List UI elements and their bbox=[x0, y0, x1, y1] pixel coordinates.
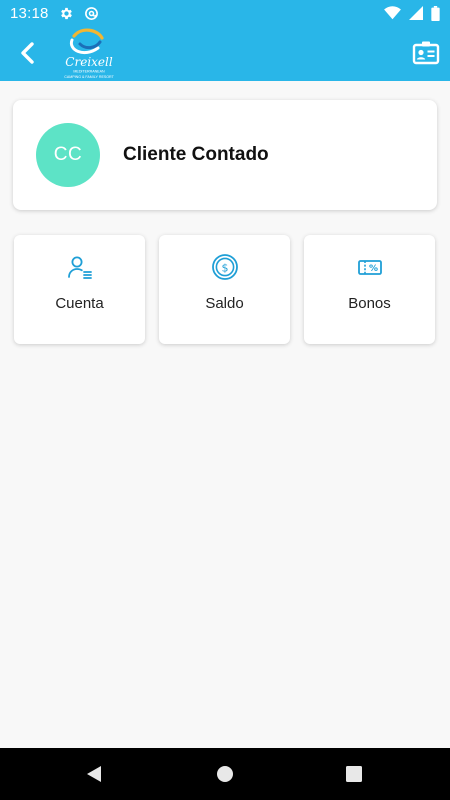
system-nav-bar bbox=[0, 748, 450, 800]
app-bar: Creixell MEDITERRANEAN CAMPING & FAMILY … bbox=[0, 26, 450, 81]
chevron-left-icon bbox=[21, 42, 34, 64]
tile-label-cuenta: Cuenta bbox=[55, 295, 104, 312]
nav-home-icon[interactable] bbox=[216, 765, 234, 783]
svg-text:CAMPING & FAMILY RESORT: CAMPING & FAMILY RESORT bbox=[64, 75, 114, 79]
status-time: 13:18 bbox=[10, 4, 49, 22]
gear-icon bbox=[60, 7, 72, 19]
status-bar-left: 13:18 bbox=[10, 5, 99, 22]
tile-label-bonos: Bonos bbox=[348, 295, 391, 312]
nav-recents-icon[interactable] bbox=[346, 766, 362, 782]
battery-icon bbox=[431, 5, 440, 21]
back-button[interactable] bbox=[14, 40, 40, 66]
svg-text:$: $ bbox=[221, 261, 228, 274]
profile-name: Cliente Contado bbox=[123, 144, 269, 165]
id-card-button[interactable] bbox=[412, 40, 440, 66]
tile-label-saldo: Saldo bbox=[205, 295, 244, 312]
dollar-coin-icon: $ bbox=[211, 254, 238, 280]
wifi-icon bbox=[384, 6, 401, 20]
id-card-icon bbox=[412, 41, 440, 65]
nav-back-icon[interactable] bbox=[85, 765, 103, 783]
svg-text:Creixell: Creixell bbox=[65, 55, 113, 69]
svg-text:%: % bbox=[368, 264, 377, 274]
user-list-icon bbox=[67, 256, 92, 279]
creixell-logo: Creixell MEDITERRANEAN CAMPING & FAMILY … bbox=[54, 28, 124, 80]
svg-text:MEDITERRANEAN: MEDITERRANEAN bbox=[73, 70, 105, 74]
tile-saldo[interactable]: $ Saldo bbox=[159, 235, 290, 344]
vpn-at-icon bbox=[84, 6, 98, 20]
status-bar: 13:18 bbox=[0, 0, 450, 26]
status-bar-right bbox=[384, 5, 440, 21]
tile-bonos[interactable]: % Bonos bbox=[304, 235, 435, 344]
percent-ticket-icon: % bbox=[357, 260, 382, 275]
avatar: CC bbox=[36, 123, 100, 187]
cellular-signal-icon bbox=[409, 6, 423, 20]
profile-card: CC Cliente Contado bbox=[13, 100, 437, 210]
tile-cuenta[interactable]: Cuenta bbox=[14, 235, 145, 344]
